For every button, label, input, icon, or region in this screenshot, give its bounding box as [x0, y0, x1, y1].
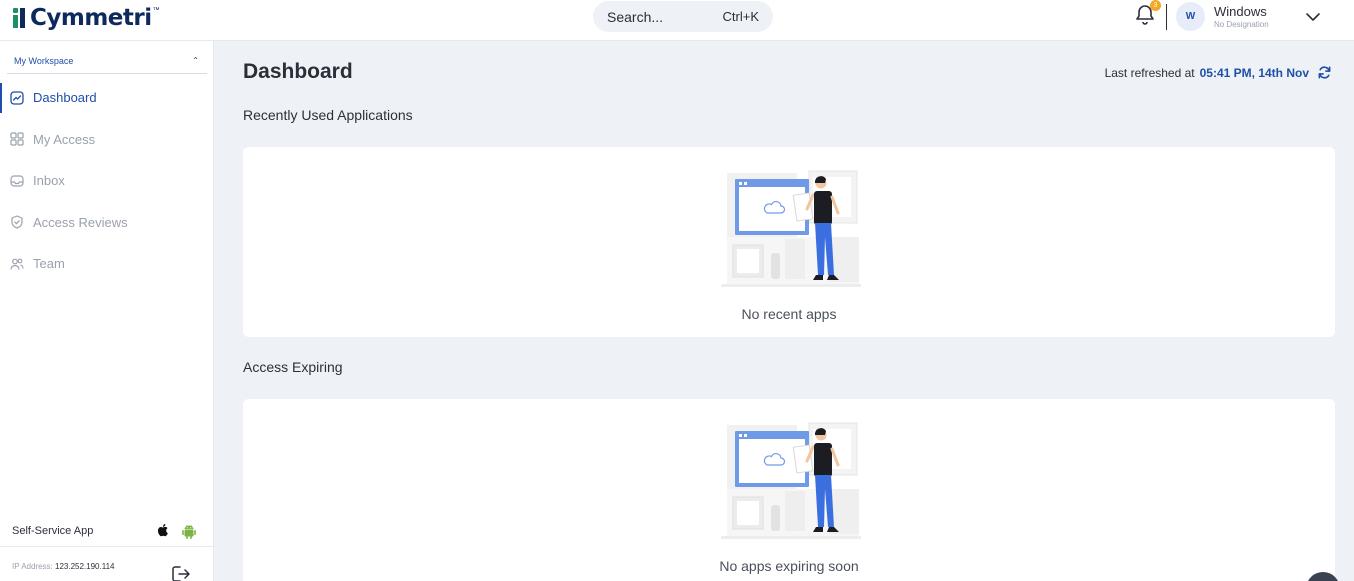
- sidebar-item-access-reviews[interactable]: Access Reviews: [0, 202, 214, 244]
- header-divider: [1166, 4, 1167, 30]
- user-avatar[interactable]: W: [1176, 2, 1205, 31]
- user-designation: No Designation: [1214, 20, 1269, 29]
- chart-icon: [10, 91, 24, 105]
- last-refreshed: Last refreshed at 05:41 PM, 14th Nov: [1105, 65, 1332, 80]
- sidebar-item-label: My Access: [33, 131, 96, 147]
- ip-label: IP Address:: [12, 562, 53, 571]
- search-shortcut: Ctrl+K: [722, 9, 759, 24]
- chevron-up-icon: ⌃: [192, 56, 199, 65]
- app-logo[interactable]: Cymmetri ™: [12, 3, 160, 33]
- section-title-recent-apps: Recently Used Applications: [243, 107, 413, 123]
- refresh-icon[interactable]: [1317, 65, 1332, 80]
- global-search[interactable]: Search... Ctrl+K: [593, 1, 773, 32]
- sidebar-item-dashboard[interactable]: Dashboard: [0, 77, 214, 119]
- empty-state-message: No apps expiring soon: [719, 558, 859, 574]
- access-expiring-card: No apps expiring soon: [243, 399, 1335, 581]
- workspace-selector[interactable]: My Workspace ⌃: [7, 48, 207, 74]
- sidebar-item-label: Dashboard: [33, 90, 97, 106]
- notification-badge: 3: [1150, 0, 1161, 11]
- grid-icon: [10, 132, 24, 146]
- workspace-label: My Workspace: [14, 55, 74, 66]
- inbox-icon: [10, 175, 24, 187]
- last-refreshed-label: Last refreshed at: [1104, 65, 1195, 80]
- section-title-access-expiring: Access Expiring: [243, 359, 343, 375]
- sidebar-divider: [0, 546, 214, 547]
- chevron-down-icon[interactable]: [1304, 8, 1322, 26]
- sidebar-item-label: Access Reviews: [33, 214, 128, 230]
- logout-icon[interactable]: [171, 565, 191, 581]
- last-refreshed-time: 05:41 PM, 14th Nov: [1199, 65, 1309, 80]
- sidebar-item-label: Team: [33, 256, 65, 272]
- ip-address: IP Address: 123.252.190.114: [12, 562, 114, 571]
- search-label: Search...: [607, 8, 664, 25]
- logo-trademark: ™: [152, 7, 160, 14]
- apple-icon[interactable]: [155, 522, 171, 538]
- android-icon[interactable]: [180, 522, 198, 540]
- recent-apps-card: No recent apps: [243, 147, 1335, 337]
- ip-value: 123.252.190.114: [55, 562, 115, 571]
- sidebar-item-label: Inbox: [33, 173, 65, 189]
- self-service-app-label: Self-Service App: [12, 525, 94, 537]
- sidebar-item-my-access[interactable]: My Access: [0, 119, 214, 161]
- sidebar-item-team[interactable]: Team: [0, 243, 214, 285]
- user-name[interactable]: Windows: [1214, 4, 1267, 19]
- empty-state-illustration: [721, 170, 861, 287]
- logo-text: Cymmetri: [30, 5, 152, 31]
- logo-mark-icon: [12, 7, 28, 29]
- empty-state-illustration: [721, 422, 861, 539]
- shield-check-icon: [11, 215, 23, 229]
- sidebar-nav: Dashboard My Access Inbox Access Reviews…: [0, 77, 214, 285]
- page-title: Dashboard: [243, 60, 353, 83]
- sidebar-item-inbox[interactable]: Inbox: [0, 160, 214, 202]
- top-header: Cymmetri ™ Search... Ctrl+K 3 W Windows …: [0, 0, 1354, 41]
- users-icon: [10, 258, 24, 270]
- sidebar: My Workspace ⌃ Dashboard My Access Inbox…: [0, 41, 214, 581]
- empty-state-message: No recent apps: [741, 306, 837, 322]
